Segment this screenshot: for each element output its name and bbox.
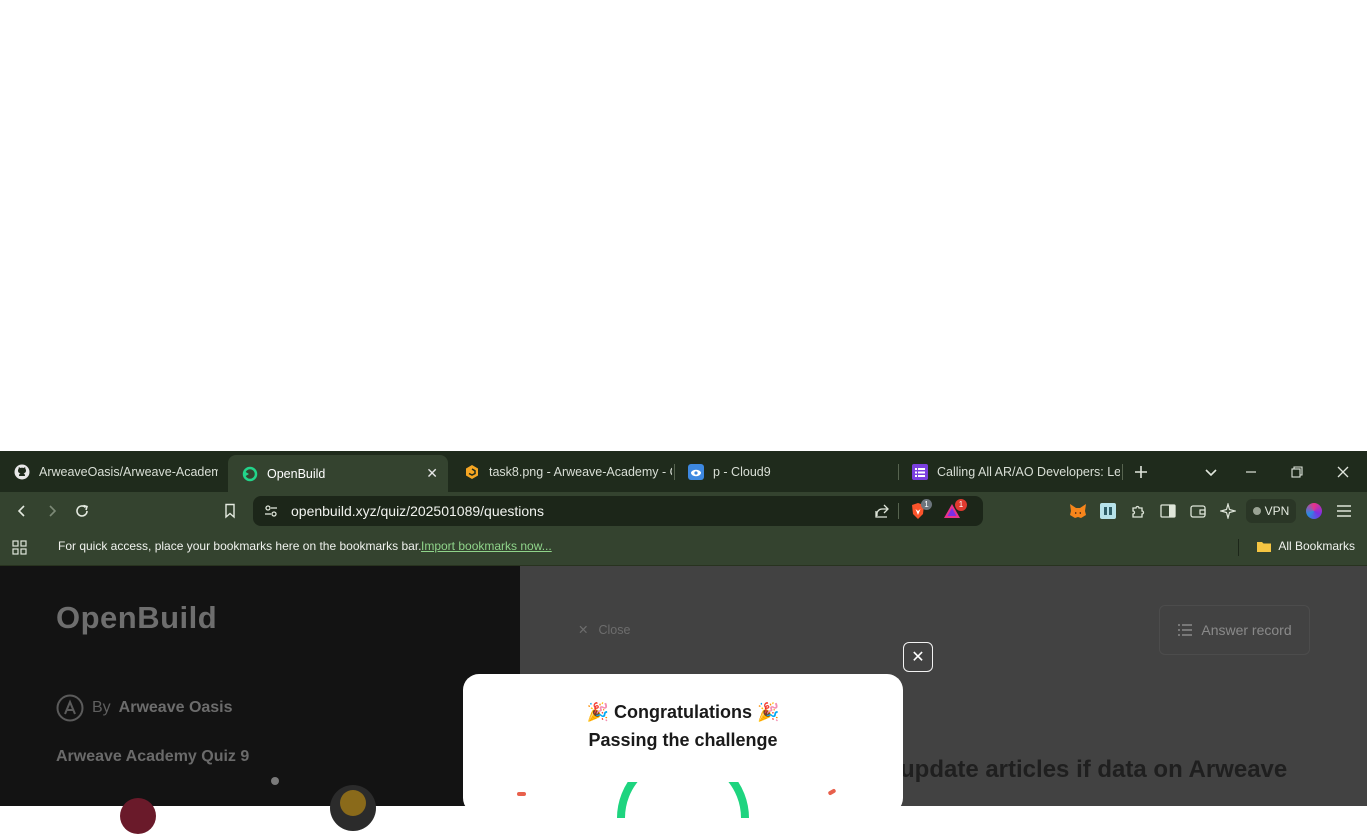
address-bar[interactable]: openbuild.xyz/quiz/202501089/questions 1… [253,496,983,526]
tab-task8[interactable]: task8.png - Arweave-Academy - G [450,451,672,492]
score-ring [617,782,749,819]
tab-title: ArweaveOasis/Arweave-Academy [39,464,218,479]
quiz-close-button[interactable]: ✕ Close [578,622,631,638]
tab-strip: ArweaveOasis/Arweave-Academy OpenBuild ✕… [0,451,1367,492]
form-icon [912,463,928,480]
tab-title: OpenBuild [267,466,326,481]
vpn-button[interactable]: VPN [1246,499,1296,523]
menu-icon[interactable] [1330,492,1358,530]
all-bookmarks-button[interactable]: All Bookmarks [1256,539,1355,553]
tab-title: Calling All AR/AO Developers: Let [937,464,1120,479]
blank-page-area [0,0,1367,451]
by-prefix: By [92,699,111,716]
party-popper-icon: 🎉 [757,702,780,722]
author-line: By Arweave Oasis [56,694,233,722]
close-label: Close [598,622,631,637]
gitbook-icon [464,464,480,480]
author-name[interactable]: Arweave Oasis [119,699,233,717]
party-popper-icon: 🎉 [586,702,609,722]
extension-icon[interactable] [1094,492,1122,530]
bookmarks-bar: For quick access, place your bookmarks h… [0,530,1367,566]
answer-record-button[interactable]: Answer record [1159,605,1310,655]
modal-close-button[interactable]: ✕ [903,642,933,672]
divider [898,503,899,519]
import-bookmarks-link[interactable]: Import bookmarks now... [421,539,552,553]
metamask-icon[interactable] [1064,492,1092,530]
tab-github[interactable]: ArweaveOasis/Arweave-Academy [0,451,218,492]
share-icon[interactable] [874,503,890,524]
decorative-dot [120,798,156,834]
folder-icon [1257,541,1272,552]
bookmarks-message: For quick access, place your bookmarks h… [58,539,422,553]
vpn-status-icon [1252,507,1261,515]
close-tab-icon[interactable]: ✕ [426,465,438,482]
gear-icon [340,790,366,816]
reload-button[interactable] [68,492,96,530]
minimize-button[interactable] [1233,451,1269,492]
close-window-button[interactable] [1325,451,1361,492]
tab-openbuild[interactable]: OpenBuild ✕ [228,455,448,492]
sidebar-toggle-icon[interactable] [1154,492,1182,530]
openbuild-logo[interactable]: OpenBuild [56,600,217,636]
divider [1238,539,1239,556]
list-icon [1178,624,1193,636]
github-icon [14,464,30,480]
url-text: openbuild.xyz/quiz/202501089/questions [291,503,544,519]
brave-badge: 1 [921,499,932,510]
bookmark-icon[interactable] [216,492,244,530]
question-text: update articles if data on Arweave [900,756,1288,783]
confetti-piece [827,788,837,796]
tab-cloud9[interactable]: p - Cloud9 [674,451,896,492]
tab-title: p - Cloud9 [713,464,771,479]
extensions-puzzle-icon[interactable] [1124,492,1152,530]
author-avatar-icon [56,694,84,722]
tab-search-chevron-icon[interactable] [1193,451,1229,492]
forward-button[interactable] [38,492,66,530]
profile-avatar[interactable] [1306,503,1322,519]
all-bookmarks-label: All Bookmarks [1278,539,1355,553]
close-icon: ✕ [578,623,589,637]
quiz-title: Arweave Academy Quiz 9 [56,748,250,765]
new-tab-button[interactable] [1123,451,1159,492]
tab-title: task8.png - Arweave-Academy - G [489,464,672,479]
back-button[interactable] [8,492,36,530]
site-settings-icon[interactable] [263,503,279,524]
vpn-label: VPN [1264,504,1290,518]
modal-title-row: 🎉 Congratulations 🎉 [463,702,903,723]
restore-button[interactable] [1279,451,1315,492]
modal-subtitle: Passing the challenge [588,730,778,750]
confetti-piece [517,792,526,796]
answer-record-label: Answer record [1201,622,1292,638]
modal-title: Congratulations [614,702,752,722]
progress-dot [271,777,279,785]
congrats-modal: 🎉 Congratulations 🎉 Passing the challeng… [463,674,903,819]
openbuild-icon [242,466,258,482]
leo-ai-icon[interactable] [1214,492,1242,530]
wallet-icon[interactable] [1184,492,1212,530]
apps-grid-icon[interactable] [12,540,27,560]
tab-calling-devs[interactable]: Calling All AR/AO Developers: Let [898,451,1120,492]
rewards-badge: 1 [955,499,967,511]
cloud9-icon [688,463,704,480]
